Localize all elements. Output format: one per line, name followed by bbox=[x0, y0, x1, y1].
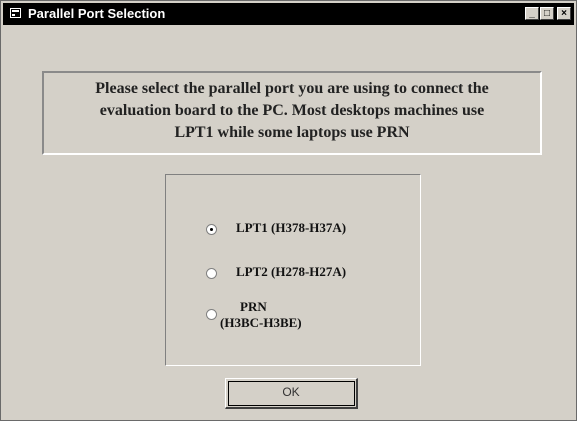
ok-button[interactable]: OK bbox=[225, 378, 358, 409]
option-lpt2-label[interactable]: LPT2 (H278-H27A) bbox=[236, 264, 346, 280]
message-line-1: Please select the parallel port you are … bbox=[95, 80, 489, 97]
instruction-message: Please select the parallel port you are … bbox=[42, 71, 542, 155]
radio-lpt2[interactable] bbox=[206, 268, 217, 279]
title-bar[interactable]: Parallel Port Selection _ □ × bbox=[3, 3, 574, 25]
message-line-2: evaluation board to the PC. Most desktop… bbox=[99, 102, 485, 119]
window-system-icon[interactable] bbox=[10, 8, 21, 18]
port-options-group: LPT1 (H378-H37A) LPT2 (H278-H27A) PRN (H… bbox=[165, 174, 421, 366]
option-prn-label[interactable]: PRN (H3BC-H3BE) bbox=[206, 299, 302, 331]
option-prn-label-line2: (H3BC-H3BE) bbox=[220, 315, 302, 330]
option-lpt1-label[interactable]: LPT1 (H378-H37A) bbox=[236, 220, 346, 236]
window-title: Parallel Port Selection bbox=[28, 6, 166, 21]
maximize-button[interactable]: □ bbox=[540, 7, 554, 20]
parallel-port-selection-window: Parallel Port Selection _ □ × Please sel… bbox=[0, 0, 577, 421]
close-button[interactable]: × bbox=[557, 7, 571, 20]
option-prn-label-line1: PRN bbox=[240, 299, 267, 314]
minimize-button[interactable]: _ bbox=[525, 7, 539, 20]
radio-lpt1[interactable] bbox=[206, 224, 217, 235]
message-line-3: LPT1 while some laptops use PRN bbox=[174, 124, 410, 141]
